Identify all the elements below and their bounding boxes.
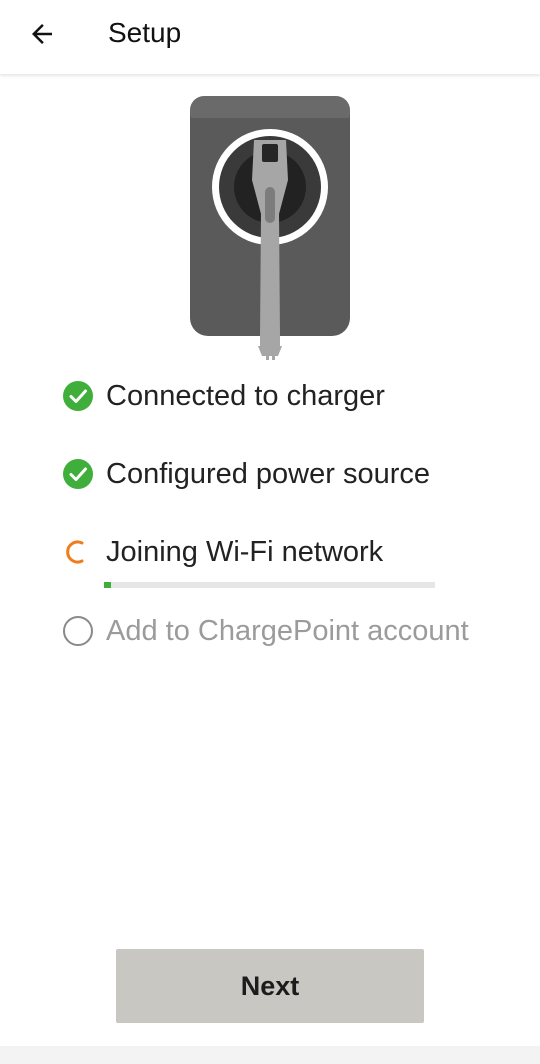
step-label: Connected to charger <box>106 380 385 412</box>
page-title: Setup <box>108 17 182 48</box>
app-bar: Setup <box>0 0 540 74</box>
next-button[interactable]: Next <box>116 949 424 1023</box>
wifi-progress-bar <box>104 582 435 588</box>
step-label: Configured power source <box>106 458 431 490</box>
wifi-progress-fill <box>104 582 111 588</box>
step-label: Joining Wi-Fi network <box>106 536 384 568</box>
spinner-icon <box>62 536 94 568</box>
step-label: Add to ChargePoint account <box>106 615 469 647</box>
empty-circle-icon <box>62 615 94 647</box>
system-nav-bar <box>0 1046 540 1064</box>
check-circle-icon <box>62 380 94 412</box>
check-circle-icon <box>62 458 94 490</box>
charger-plug-illustration <box>186 92 354 360</box>
arrow-left-icon <box>32 24 52 44</box>
back-button[interactable] <box>14 10 70 58</box>
